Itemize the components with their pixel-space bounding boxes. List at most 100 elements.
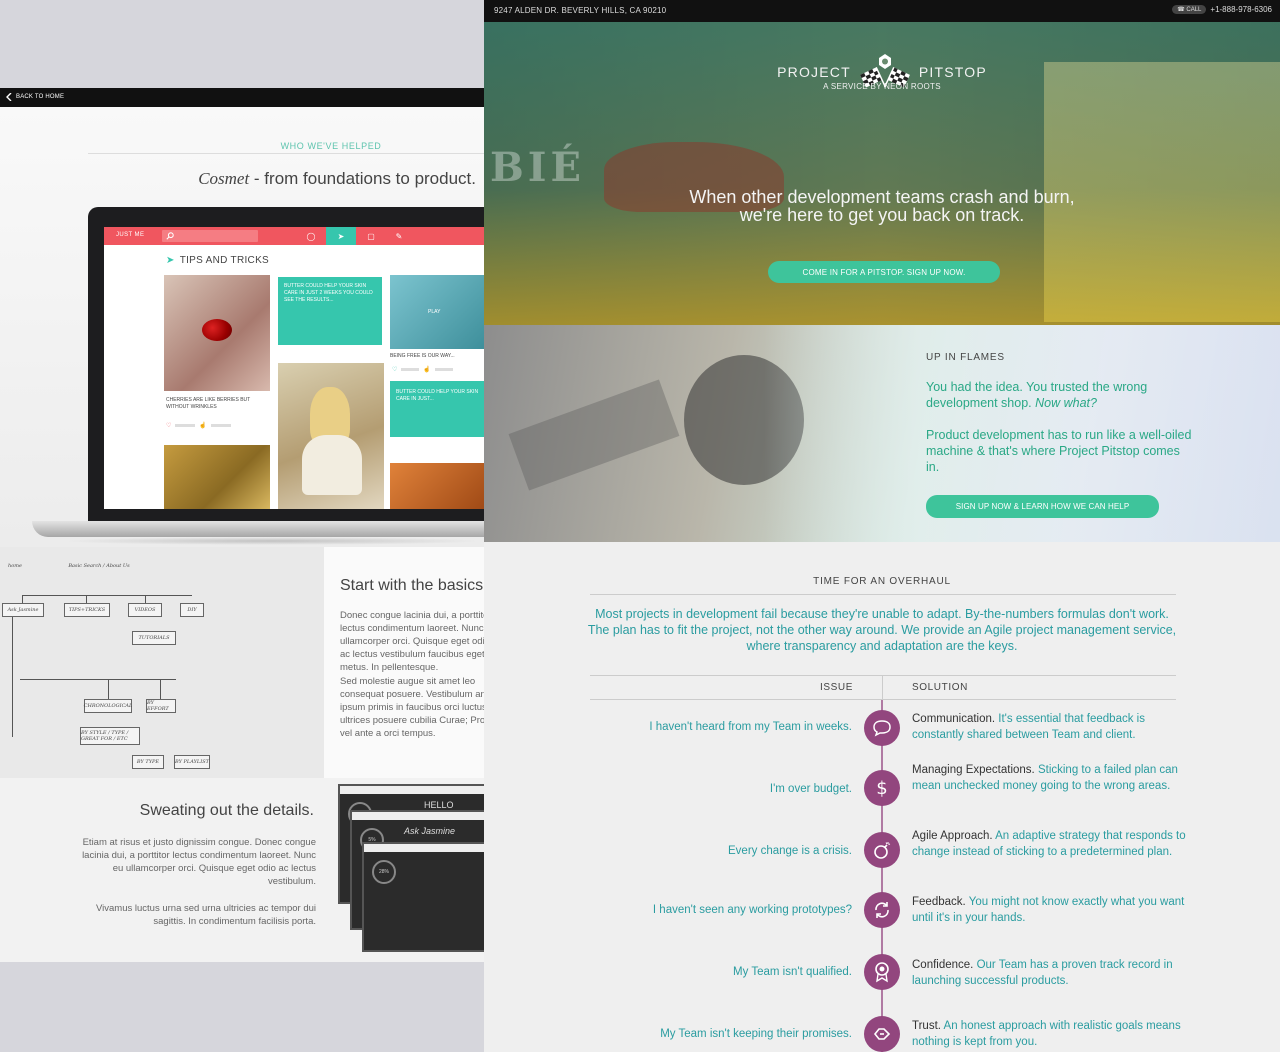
heart-icon[interactable]: ♡ (166, 422, 171, 429)
solution-agile: Agile Approach. An adaptive strategy tha… (912, 828, 1188, 860)
details-paragraph-1: Etiam at risus et justo dignissim congue… (82, 837, 316, 887)
solution-lead: Confidence. (912, 959, 974, 971)
issue-change: Every change is a crisis. (728, 845, 852, 857)
up-in-flames-heading: UP IN FLAMES (926, 352, 1005, 363)
sketch-tips: TIPS+TRICKS (64, 603, 110, 617)
brand-subtitle: A SERVICE BY NEON ROOTS (823, 82, 941, 91)
who-weve-helped-heading: WHO WE'VE HELPED (280, 141, 382, 151)
chat-icon[interactable]: ◯ (296, 227, 326, 245)
field-photo-tile[interactable] (164, 445, 270, 509)
bomb-icon (864, 832, 900, 868)
up-in-flames-section: UP IN FLAMES You had the idea. You trust… (484, 325, 1280, 542)
sketch-line (12, 617, 13, 737)
dollar-icon: $ (864, 770, 900, 806)
phone-number[interactable]: +1-888-978-6306 (1210, 5, 1272, 14)
sketch-line (108, 679, 109, 699)
sketch-chronological: CHRONOLOGICAL (84, 699, 132, 713)
sketch-line (160, 679, 161, 699)
tips-icon[interactable]: ➤ (326, 227, 356, 245)
sketch-by-playlist: BY PLAYLIST (174, 755, 210, 769)
sketch-line (86, 595, 87, 603)
divider (88, 153, 484, 154)
butter-tip-caption: BUTTER COULD HELP YOUR SKIN CARE IN JUST… (284, 283, 373, 303)
back-to-home-link[interactable]: BACK TO HOME (6, 93, 64, 101)
solution-column-header: SOLUTION (912, 682, 968, 693)
basics-section: home Basic Search / About Us Ask Jasmine… (0, 547, 484, 778)
table-top-line (590, 675, 1176, 676)
sketch-line (145, 595, 146, 603)
pitstop-signup-button[interactable]: COME IN FOR A PITSTOP. SIGN UP NOW. (768, 261, 1000, 283)
brush-icon[interactable]: ✎ (384, 227, 414, 245)
cherries-actions: ♡ ☝ (166, 421, 270, 429)
play-button[interactable]: PLAY (428, 309, 440, 315)
overhaul-heading: TIME FOR AN OVERHAUL (813, 576, 951, 587)
rating-bar (434, 367, 453, 371)
award-icon (864, 954, 900, 990)
left-topbar: BACK TO HOME (0, 88, 484, 107)
girl-body (302, 435, 362, 495)
sunset-tile[interactable] (390, 463, 484, 509)
table-column-divider (882, 675, 883, 700)
basics-title: Start with the basics. (340, 577, 484, 594)
sketch-home: home (8, 563, 22, 569)
butter-tip-tile[interactable]: BUTTER COULD HELP YOUR SKIN CARE IN JUST… (278, 277, 382, 345)
solution-budget: Managing Expectations. Sticking to a fai… (912, 762, 1188, 794)
flames-paragraph-2: Product development has to run like a we… (926, 428, 1192, 474)
sketch-line (22, 595, 23, 603)
laptop-base (32, 521, 484, 537)
cherries-tile[interactable] (164, 275, 270, 391)
video-tile[interactable]: PLAY (390, 275, 484, 349)
girl-reading-tile[interactable] (278, 363, 384, 509)
brand-project: PROJECT (777, 64, 851, 80)
issue-qualified: My Team isn't qualified. (733, 966, 852, 978)
who-weve-helped-section: WHO WE'VE HELPED Cosmet - from foundatio… (0, 107, 484, 547)
issue-budget: I'm over budget. (769, 783, 852, 795)
sketch-by-effort: BY EFFORT (146, 699, 176, 713)
heart-icon[interactable]: ♡ (392, 366, 397, 373)
mockup-header (340, 786, 484, 794)
laptop-shadow (60, 537, 484, 545)
sketch-line (22, 595, 192, 596)
rating-bar (210, 423, 231, 427)
sketch-by-style: BY STYLE / TYPE / GREAT FOR / ETC (80, 727, 140, 745)
learn-how-button[interactable]: SIGN UP NOW & LEARN HOW WE CAN HELP (926, 495, 1159, 518)
call-button[interactable]: ☎ CALL (1172, 5, 1207, 14)
chat-icon (864, 710, 900, 746)
search-icon (166, 232, 174, 240)
wireframe-sketch: home Basic Search / About Us Ask Jasmine… (0, 547, 324, 778)
sketch-diy: DIY (180, 603, 204, 617)
app-brand[interactable]: JUST ME (116, 232, 144, 238)
timeline-spine (881, 700, 883, 1052)
overhaul-section: TIME FOR AN OVERHAUL Most projects in de… (484, 542, 1280, 1052)
crash-photo-shadow (508, 379, 680, 491)
solution-confidence: Confidence. Our Team has a proven track … (912, 957, 1188, 989)
details-paragraph-2: Vivamus luctus urna sed urna ultricies a… (95, 903, 316, 927)
call-group: ☎ CALL +1-888-978-6306 (1172, 5, 1272, 14)
solution-lead: Agile Approach. (912, 830, 993, 842)
thumbs-up-icon[interactable]: ☝ (199, 422, 206, 429)
thumbs-up-icon[interactable]: ☝ (423, 366, 430, 373)
hero-line-2: we're here to get you back on track. (739, 205, 1025, 225)
project-pitstop-page: 9247 ALDEN DR. BEVERLY HILLS, CA 90210 ☎… (484, 0, 1280, 1052)
solution-feedback: Feedback. You might not know exactly wha… (912, 894, 1188, 926)
video-icon[interactable]: ▢ (356, 227, 386, 245)
hero-background-sign: BIÉ (490, 144, 586, 191)
cosmet-title: Cosmet - from foundations to product. (110, 169, 484, 189)
mockup-header (364, 844, 484, 852)
butter-tip-tile-2[interactable]: BUTTER COULD HELP YOUR SKIN CARE IN JUST… (390, 381, 484, 437)
solution-communication: Communication. It's essential that feedb… (912, 711, 1188, 743)
cosmet-subtitle: - from foundations to product. (249, 169, 476, 188)
rating-bar (401, 367, 420, 371)
flames-paragraph-1: You had the idea. You trusted the wrong … (926, 379, 1186, 411)
solution-trust: Trust. An honest approach with realistic… (912, 1018, 1188, 1050)
solution-lead: Managing Expectations. (912, 764, 1035, 776)
call-label: CALL (1186, 7, 1202, 13)
app-header: JUST ME ◯ ➤ ▢ ✎ (104, 227, 484, 245)
cosmet-case-study-panel: BACK TO HOME WHO WE'VE HELPED Cosmet - f… (0, 88, 484, 962)
progress-ring: 28% (372, 860, 396, 884)
app-search-input[interactable] (162, 230, 258, 242)
sketch-videos: VIDEOS (128, 603, 162, 617)
issue-communication: I haven't heard from my Team in weeks. (649, 721, 852, 733)
divider (590, 594, 1176, 595)
basics-paragraph-2: Sed molestie augue sit amet leo consequa… (340, 676, 484, 739)
